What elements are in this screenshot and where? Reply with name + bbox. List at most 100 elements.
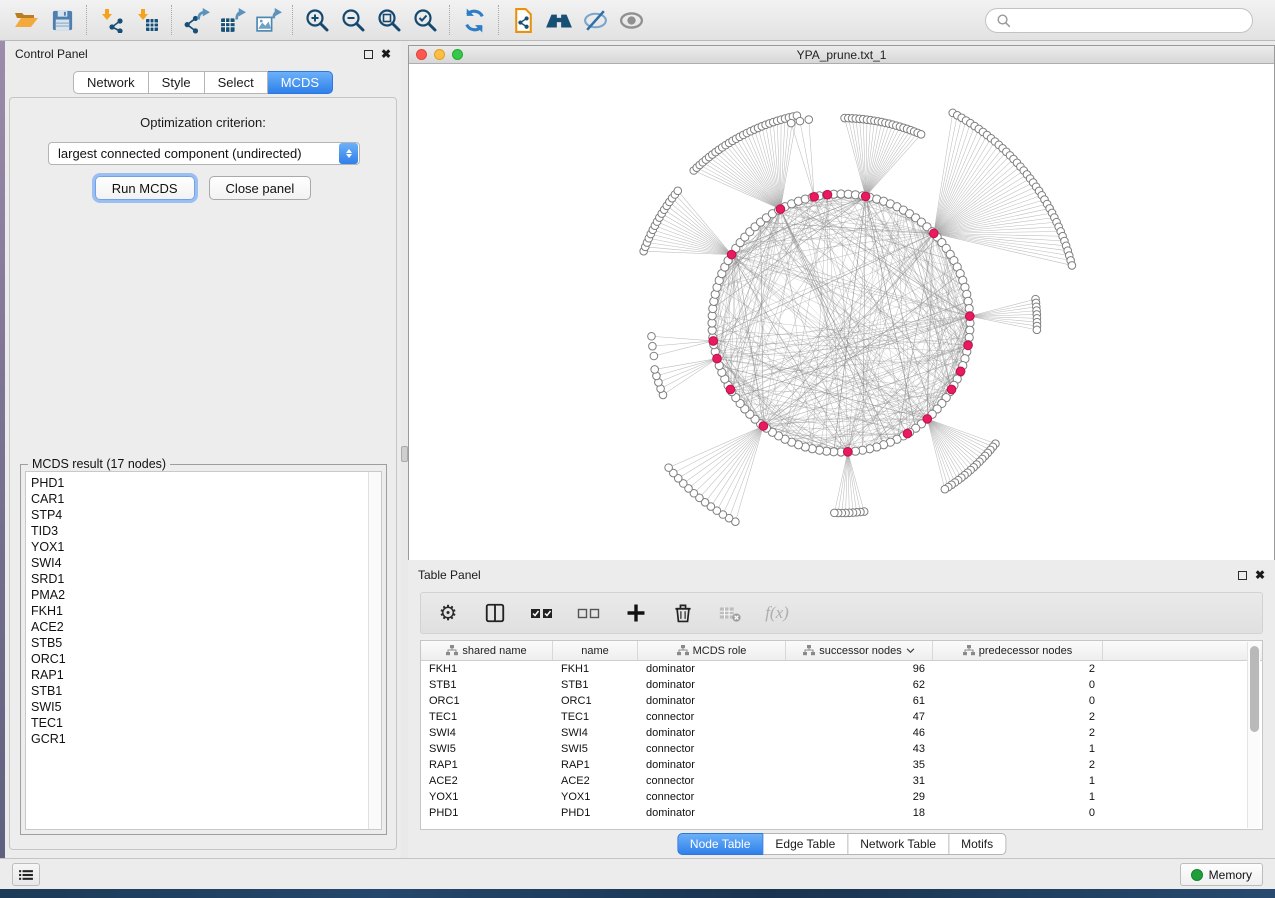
table-row[interactable]: SWI5SWI5connector431 bbox=[421, 741, 1262, 757]
table-cell[interactable]: 2 bbox=[933, 759, 1103, 771]
table-cell[interactable]: 61 bbox=[786, 695, 933, 707]
table-cell[interactable]: dominator bbox=[638, 679, 786, 691]
select-all-rows-icon[interactable] bbox=[529, 600, 555, 626]
mcds-result-item[interactable]: TEC1 bbox=[31, 715, 368, 731]
table-cell[interactable]: 2 bbox=[933, 727, 1103, 739]
table-scrollbar-thumb[interactable] bbox=[1250, 646, 1259, 732]
table-cell[interactable]: 2 bbox=[933, 711, 1103, 723]
mcds-result-item[interactable]: SWI5 bbox=[31, 699, 368, 715]
mcds-result-item[interactable]: SRD1 bbox=[31, 571, 368, 587]
table-cell[interactable]: 43 bbox=[786, 743, 933, 755]
table-cell[interactable]: SWI4 bbox=[553, 727, 638, 739]
mcds-result-item[interactable]: TID3 bbox=[31, 523, 368, 539]
network-dominator-node[interactable] bbox=[923, 415, 932, 424]
column-header-name[interactable]: name bbox=[553, 641, 638, 660]
table-cell[interactable]: STB1 bbox=[421, 679, 553, 691]
table-row[interactable]: PHD1PHD1dominator180 bbox=[421, 805, 1262, 821]
table-row[interactable]: YOX1YOX1connector291 bbox=[421, 789, 1262, 805]
table-cell[interactable]: 1 bbox=[933, 775, 1103, 787]
table-cell[interactable]: YOX1 bbox=[553, 791, 638, 803]
mcds-result-item[interactable]: FKH1 bbox=[31, 603, 368, 619]
network-leaf-node[interactable] bbox=[787, 119, 795, 127]
network-dominator-node[interactable] bbox=[843, 448, 852, 457]
column-header-successor-nodes[interactable]: successor nodes bbox=[786, 641, 933, 660]
table-row[interactable]: SWI4SWI4dominator462 bbox=[421, 725, 1262, 741]
splitter-grip[interactable] bbox=[401, 446, 408, 462]
table-row[interactable]: TEC1TEC1connector472 bbox=[421, 709, 1262, 725]
export-network-icon[interactable] bbox=[178, 3, 214, 37]
zoom-fit-icon[interactable] bbox=[371, 3, 407, 37]
table-cell[interactable]: PHD1 bbox=[553, 807, 638, 819]
network-leaf-node[interactable] bbox=[648, 332, 656, 340]
mcds-result-item[interactable]: PHD1 bbox=[31, 475, 368, 491]
network-leaf-node[interactable] bbox=[651, 366, 659, 374]
network-dominator-node[interactable] bbox=[964, 341, 973, 350]
mcds-result-item[interactable]: ACE2 bbox=[31, 619, 368, 635]
table-cell[interactable]: FKH1 bbox=[421, 663, 553, 675]
network-dominator-node[interactable] bbox=[709, 337, 718, 346]
mcds-result-item[interactable]: YOX1 bbox=[31, 539, 368, 555]
table-cell[interactable]: YOX1 bbox=[421, 791, 553, 803]
table-cell[interactable]: 96 bbox=[786, 663, 933, 675]
mcds-result-item[interactable]: GCR1 bbox=[31, 731, 368, 747]
float-panel-icon[interactable] bbox=[364, 50, 373, 59]
tab-select[interactable]: Select bbox=[205, 71, 268, 94]
network-leaf-node[interactable] bbox=[831, 509, 839, 517]
table-row[interactable]: ORC1ORC1dominator610 bbox=[421, 693, 1262, 709]
network-leaf-node[interactable] bbox=[1068, 262, 1076, 270]
table-cell[interactable]: ORC1 bbox=[553, 695, 638, 707]
table-row[interactable]: ACE2ACE2connector311 bbox=[421, 773, 1262, 789]
table-cell[interactable]: 18 bbox=[786, 807, 933, 819]
network-leaf-node[interactable] bbox=[650, 352, 658, 360]
table-cell[interactable]: TEC1 bbox=[553, 711, 638, 723]
table-scrollbar[interactable] bbox=[1247, 642, 1260, 828]
table-cell[interactable]: 0 bbox=[933, 679, 1103, 691]
network-leaf-node[interactable] bbox=[649, 342, 657, 350]
mcds-list-scrollbar[interactable] bbox=[368, 472, 381, 829]
delete-column-icon[interactable] bbox=[670, 600, 696, 626]
export-image-icon[interactable] bbox=[250, 3, 286, 37]
criterion-select[interactable]: largest connected component (undirected) bbox=[48, 142, 360, 165]
mcds-result-item[interactable]: STB1 bbox=[31, 683, 368, 699]
open-session-icon[interactable] bbox=[8, 3, 44, 37]
tab-mcds[interactable]: MCDS bbox=[268, 71, 333, 94]
show-panels-list-button[interactable] bbox=[12, 863, 40, 886]
table-cell[interactable]: connector bbox=[638, 791, 786, 803]
mcds-result-item[interactable]: STB5 bbox=[31, 635, 368, 651]
search-network-icon[interactable] bbox=[541, 3, 577, 37]
table-cell[interactable]: 0 bbox=[933, 807, 1103, 819]
close-panel-button[interactable]: Close panel bbox=[209, 176, 312, 200]
network-leaf-node[interactable] bbox=[1033, 326, 1041, 334]
share-document-icon[interactable] bbox=[505, 3, 541, 37]
table-cell[interactable]: RAP1 bbox=[553, 759, 638, 771]
network-canvas[interactable] bbox=[409, 64, 1274, 560]
network-window-titlebar[interactable]: YPA_prune.txt_1 bbox=[409, 46, 1274, 64]
network-dominator-node[interactable] bbox=[726, 385, 735, 394]
tab-network-table[interactable]: Network Table bbox=[848, 833, 949, 855]
table-row[interactable]: STB1STB1dominator620 bbox=[421, 677, 1262, 693]
mcds-result-item[interactable]: ORC1 bbox=[31, 651, 368, 667]
table-cell[interactable]: 1 bbox=[933, 743, 1103, 755]
network-leaf-node[interactable] bbox=[805, 116, 813, 124]
table-cell[interactable]: 1 bbox=[933, 791, 1103, 803]
network-dominator-node[interactable] bbox=[929, 229, 938, 238]
network-dominator-node[interactable] bbox=[727, 250, 736, 259]
network-dominator-node[interactable] bbox=[713, 354, 722, 363]
add-column-icon[interactable] bbox=[623, 600, 649, 626]
table-row[interactable]: FKH1FKH1dominator962 bbox=[421, 661, 1262, 677]
network-dominator-node[interactable] bbox=[861, 192, 870, 201]
table-cell[interactable]: SWI4 bbox=[421, 727, 553, 739]
network-leaf-node[interactable] bbox=[674, 187, 682, 195]
zoom-selected-icon[interactable] bbox=[407, 3, 443, 37]
network-dominator-node[interactable] bbox=[810, 193, 819, 202]
table-cell[interactable]: dominator bbox=[638, 807, 786, 819]
tab-motifs[interactable]: Motifs bbox=[949, 833, 1006, 855]
network-dominator-node[interactable] bbox=[776, 205, 785, 214]
table-cell[interactable]: 0 bbox=[933, 695, 1103, 707]
table-cell[interactable]: ACE2 bbox=[421, 775, 553, 787]
column-header-shared-name[interactable]: shared name bbox=[421, 641, 553, 660]
table-cell[interactable]: 29 bbox=[786, 791, 933, 803]
table-cell[interactable]: 35 bbox=[786, 759, 933, 771]
table-cell[interactable]: STB1 bbox=[553, 679, 638, 691]
search-input[interactable] bbox=[1012, 13, 1242, 28]
